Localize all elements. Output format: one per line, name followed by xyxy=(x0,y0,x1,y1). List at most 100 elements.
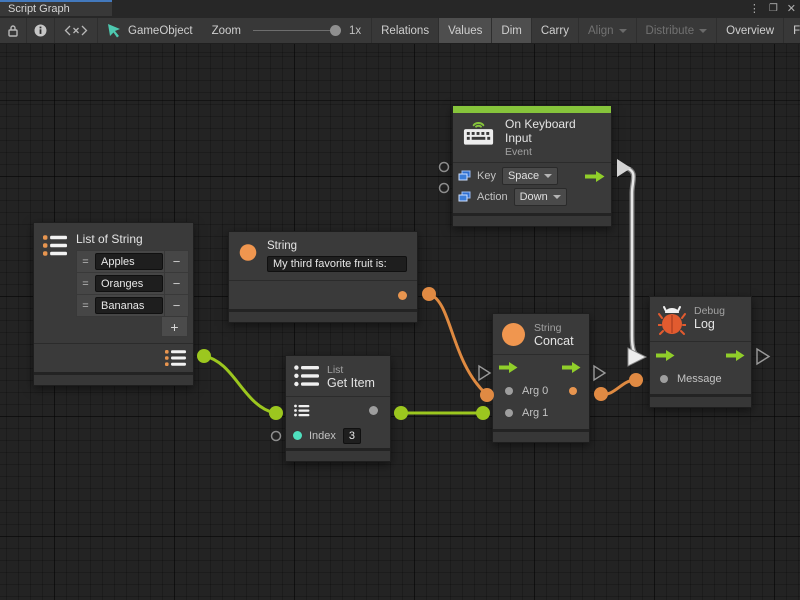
list-item-input[interactable] xyxy=(95,253,163,270)
flow-row xyxy=(650,342,751,368)
fullscreen-label: Full Screen xyxy=(793,25,800,37)
arg0-label: Arg 0 xyxy=(522,385,548,397)
string-output-port[interactable] xyxy=(398,291,407,300)
flow-row xyxy=(493,355,589,380)
flow-output-arrow[interactable] xyxy=(562,362,581,373)
string-icon xyxy=(501,322,526,347)
arg1-input-port[interactable] xyxy=(505,409,513,417)
info-icon xyxy=(34,24,47,37)
node-title: On Keyboard Input xyxy=(505,118,603,146)
flow-output-arrow[interactable] xyxy=(726,350,745,361)
string-output-row xyxy=(229,280,417,309)
overview-label: Overview xyxy=(726,25,774,37)
node-footer xyxy=(286,448,390,461)
node-list-of-string[interactable]: List of String = − = − = xyxy=(33,222,194,386)
flow-input-arrow[interactable] xyxy=(656,350,675,361)
node-subtitle: Event xyxy=(505,146,603,158)
list-output-port[interactable] xyxy=(165,349,186,367)
gameobject-selector[interactable]: GameObject xyxy=(98,18,202,43)
carry-label: Carry xyxy=(541,25,569,37)
remove-item-button[interactable]: − xyxy=(164,251,188,272)
code-view-button[interactable] xyxy=(55,18,98,43)
distribute-label: Distribute xyxy=(646,25,695,37)
list-output-row xyxy=(34,343,193,372)
gameobject-icon xyxy=(107,23,122,38)
list-item-input[interactable] xyxy=(95,297,163,314)
tab-script-graph[interactable]: Script Graph xyxy=(0,0,112,16)
zoom-slider-track[interactable] xyxy=(253,30,339,31)
relations-label: Relations xyxy=(381,25,429,37)
lock-icon xyxy=(7,24,19,37)
fullscreen-button[interactable]: Full Screen xyxy=(784,18,800,43)
node-footer xyxy=(453,213,611,226)
node-get-item[interactable]: List Get Item Index 3 xyxy=(285,355,391,462)
distribute-button[interactable]: Distribute xyxy=(637,18,718,43)
drag-handle[interactable]: = xyxy=(77,273,94,294)
zoom-value: 1x xyxy=(349,25,361,37)
node-footer xyxy=(34,372,193,385)
message-row: Message xyxy=(650,368,751,390)
unity-visual-scripting-window: Script Graph ⋮ ❐ ✕ xyxy=(0,0,800,600)
node-on-keyboard-input[interactable]: On Keyboard Input Event Key Space xyxy=(452,105,612,227)
add-item-button[interactable]: + xyxy=(161,317,188,337)
node-concat[interactable]: String Concat Arg 0 Arg 1 xyxy=(492,313,590,443)
key-dropdown[interactable]: Space xyxy=(502,167,558,185)
drag-handle[interactable]: = xyxy=(77,295,94,316)
string-value-input[interactable] xyxy=(267,256,407,272)
drag-handle[interactable]: = xyxy=(77,251,94,272)
node-footer xyxy=(493,429,589,442)
arg1-label: Arg 1 xyxy=(522,407,548,419)
arg0-input-port[interactable] xyxy=(505,387,513,395)
node-title: Log xyxy=(694,317,725,331)
index-value-field[interactable]: 3 xyxy=(343,428,361,444)
enum-icon xyxy=(458,191,471,203)
list-item-row: = − xyxy=(77,273,188,295)
carry-button[interactable]: Carry xyxy=(532,18,579,43)
node-title: List of String xyxy=(76,232,189,246)
arg1-row: Arg 1 xyxy=(493,402,589,424)
window-close-icon[interactable]: ✕ xyxy=(787,0,796,18)
node-category: String xyxy=(534,322,574,334)
list-input-port[interactable] xyxy=(294,404,310,417)
tab-bar: Script Graph ⋮ ❐ ✕ xyxy=(0,0,800,18)
index-label: Index xyxy=(309,430,336,442)
relations-button[interactable]: Relations xyxy=(372,18,439,43)
list-orange-icon xyxy=(43,232,67,259)
lock-button[interactable] xyxy=(0,18,27,43)
chevron-down-icon xyxy=(699,29,707,33)
window-maximize-icon[interactable]: ❐ xyxy=(769,0,778,18)
align-label: Align xyxy=(588,25,614,37)
remove-item-button[interactable]: − xyxy=(164,273,188,294)
node-string-literal[interactable]: String xyxy=(228,231,418,323)
zoom-label: Zoom xyxy=(212,25,241,37)
message-label: Message xyxy=(677,373,722,385)
values-button[interactable]: Values xyxy=(439,18,492,43)
message-input-port[interactable] xyxy=(660,375,668,383)
list-add-row: + xyxy=(76,317,188,337)
remove-item-button[interactable]: − xyxy=(164,295,188,316)
enum-icon xyxy=(458,170,471,182)
flow-input-arrow[interactable] xyxy=(499,362,518,373)
info-button[interactable] xyxy=(27,18,55,43)
action-dropdown[interactable]: Down xyxy=(514,188,567,206)
graph-toolbar: GameObject Zoom 1x Relations Values Dim … xyxy=(0,18,800,44)
item-output-port[interactable] xyxy=(369,406,378,415)
list-item-input[interactable] xyxy=(95,275,163,292)
index-row: Index 3 xyxy=(286,423,390,448)
values-label: Values xyxy=(448,25,482,37)
overview-button[interactable]: Overview xyxy=(717,18,784,43)
dim-label: Dim xyxy=(501,25,521,37)
index-input-port[interactable] xyxy=(293,431,302,440)
window-menu-icon[interactable]: ⋮ xyxy=(749,0,760,18)
result-output-port[interactable] xyxy=(569,387,577,395)
code-icon xyxy=(64,25,88,36)
list-inline-editor: = − = − = − xyxy=(76,250,189,317)
node-category: List xyxy=(327,364,375,376)
flow-output-arrow[interactable] xyxy=(585,171,605,182)
list-white-icon xyxy=(294,364,319,388)
key-value: Space xyxy=(508,170,539,182)
zoom-slider-handle[interactable] xyxy=(330,25,341,36)
node-debug-log[interactable]: Debug Log Message xyxy=(649,296,752,408)
align-button[interactable]: Align xyxy=(579,18,637,43)
dim-button[interactable]: Dim xyxy=(492,18,531,43)
